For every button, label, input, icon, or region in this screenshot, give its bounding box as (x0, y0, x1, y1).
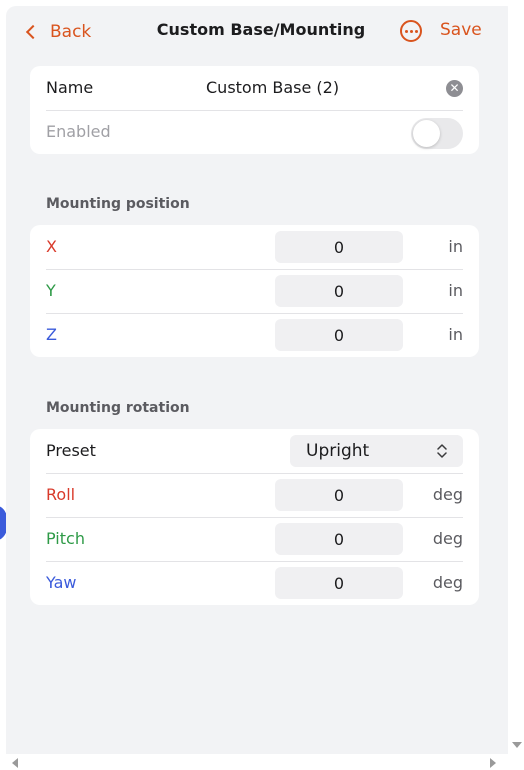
axis-label-y: Y (46, 281, 56, 300)
axis-label-pitch: Pitch (46, 529, 85, 548)
unit-label: in (448, 237, 463, 256)
back-label: Back (50, 22, 92, 42)
unit-label: in (448, 325, 463, 344)
x-input[interactable] (275, 231, 403, 263)
name-label: Name (46, 78, 94, 97)
section-label-mounting-rotation: Mounting rotation (46, 400, 190, 416)
horizontal-scrollbar[interactable] (0, 754, 524, 770)
rotation-row-pitch: Pitch deg (30, 517, 479, 561)
preset-label: Preset (46, 441, 96, 460)
name-row: Name Custom Base (2) ✕ (30, 66, 479, 110)
unit-label: deg (432, 485, 463, 504)
preset-value: Upright (306, 441, 370, 461)
rotation-row-roll: Roll deg (30, 473, 479, 517)
enabled-label: Enabled (46, 122, 111, 141)
toggle-knob (413, 120, 440, 147)
yaw-input[interactable] (275, 567, 403, 599)
position-row-x: X in (30, 225, 479, 269)
back-button[interactable]: Back (24, 20, 91, 44)
unit-label: deg (432, 529, 463, 548)
name-field[interactable]: Custom Base (2) (206, 66, 339, 110)
unit-label: in (448, 281, 463, 300)
axis-label-roll: Roll (46, 485, 76, 504)
enabled-row: Enabled (30, 110, 479, 154)
scroll-left-arrow-icon[interactable] (12, 758, 18, 768)
pitch-input[interactable] (275, 523, 403, 555)
more-options-icon[interactable] (400, 20, 422, 42)
mounting-panel: Back Custom Base/Mounting Save Name Cust… (6, 6, 516, 754)
z-input[interactable] (275, 319, 403, 351)
chevron-left-icon (25, 24, 41, 40)
vertical-scrollbar[interactable] (508, 0, 524, 754)
mounting-position-card: X in Y in Z in (30, 225, 479, 357)
axis-label-x: X (46, 237, 57, 256)
preset-row: Preset Upright (30, 429, 479, 473)
roll-input[interactable] (275, 479, 403, 511)
mounting-rotation-card: Preset Upright Roll deg Pitch deg Yaw de… (30, 429, 479, 605)
unit-label: deg (432, 573, 463, 592)
clear-icon[interactable]: ✕ (446, 80, 463, 97)
scroll-right-arrow-icon[interactable] (490, 758, 496, 768)
chevron-up-down-icon (437, 444, 447, 458)
scroll-down-arrow-icon[interactable] (512, 742, 522, 748)
general-card: Name Custom Base (2) ✕ Enabled (30, 66, 479, 154)
axis-label-yaw: Yaw (46, 573, 77, 592)
position-row-z: Z in (30, 313, 479, 357)
preset-select[interactable]: Upright (290, 435, 463, 467)
rotation-row-yaw: Yaw deg (30, 561, 479, 605)
panel-header: Back Custom Base/Mounting Save (6, 6, 516, 56)
enabled-toggle[interactable] (411, 118, 463, 149)
y-input[interactable] (275, 275, 403, 307)
axis-label-z: Z (46, 325, 57, 344)
position-row-y: Y in (30, 269, 479, 313)
section-label-mounting-position: Mounting position (46, 196, 190, 212)
save-button[interactable]: Save (440, 20, 482, 40)
